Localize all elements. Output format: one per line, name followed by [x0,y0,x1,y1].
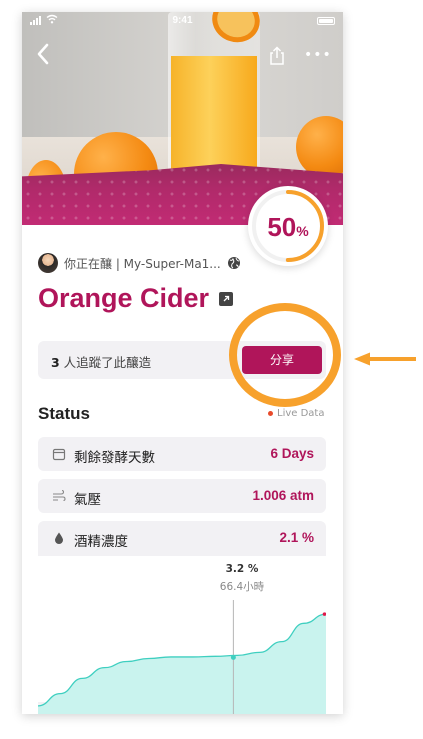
wind-icon [53,489,66,502]
brewer-text: 你正在釀 | My-Super-Ma1... [64,256,221,271]
status-time: 9:41 [172,15,193,26]
chart-cursor-point [230,654,236,660]
live-dot-icon [268,411,273,416]
brewer-line[interactable]: 你正在釀 | My-Super-Ma1... [38,252,241,274]
pointer-arrow-icon [354,352,416,366]
page-title: Orange Cider [38,283,210,313]
abv-chart[interactable] [38,556,326,714]
progress-percent: 50% [267,212,309,242]
globe-icon [227,257,240,269]
stat-value: 6 Days [270,446,314,461]
followers-text: 3 人追蹤了此釀造 [51,355,152,370]
share-icon[interactable] [268,46,286,66]
stat-label: 剩餘發酵天數 [74,450,155,466]
live-data-label: Live Data [268,408,324,419]
external-link-icon[interactable] [219,291,234,306]
avatar [38,253,58,273]
more-icon[interactable]: ••• [304,48,331,62]
stat-row-pressure[interactable]: 氣壓 1.006 atm [38,479,326,513]
status-bar: 9:41 [22,12,343,30]
tooltip-time: 66.4小時 [219,581,265,593]
chart-area-fill [38,614,326,714]
calendar-icon [52,448,66,461]
progress-ring: 50% [248,186,328,266]
status-heading: Status [38,404,90,423]
tooltip-value: 3.2 % [225,563,259,575]
stat-row-days[interactable]: 剩餘發酵天數 6 Days [38,437,326,471]
back-chevron-icon[interactable] [34,42,54,66]
highlight-circle [229,303,341,407]
stat-label: 氣壓 [74,492,101,508]
stat-value: 1.006 atm [252,488,314,503]
drop-icon [55,532,63,544]
battery-icon [317,17,335,25]
page-title-row: Orange Cider [38,283,234,314]
stat-value: 2.1 % [279,530,314,545]
